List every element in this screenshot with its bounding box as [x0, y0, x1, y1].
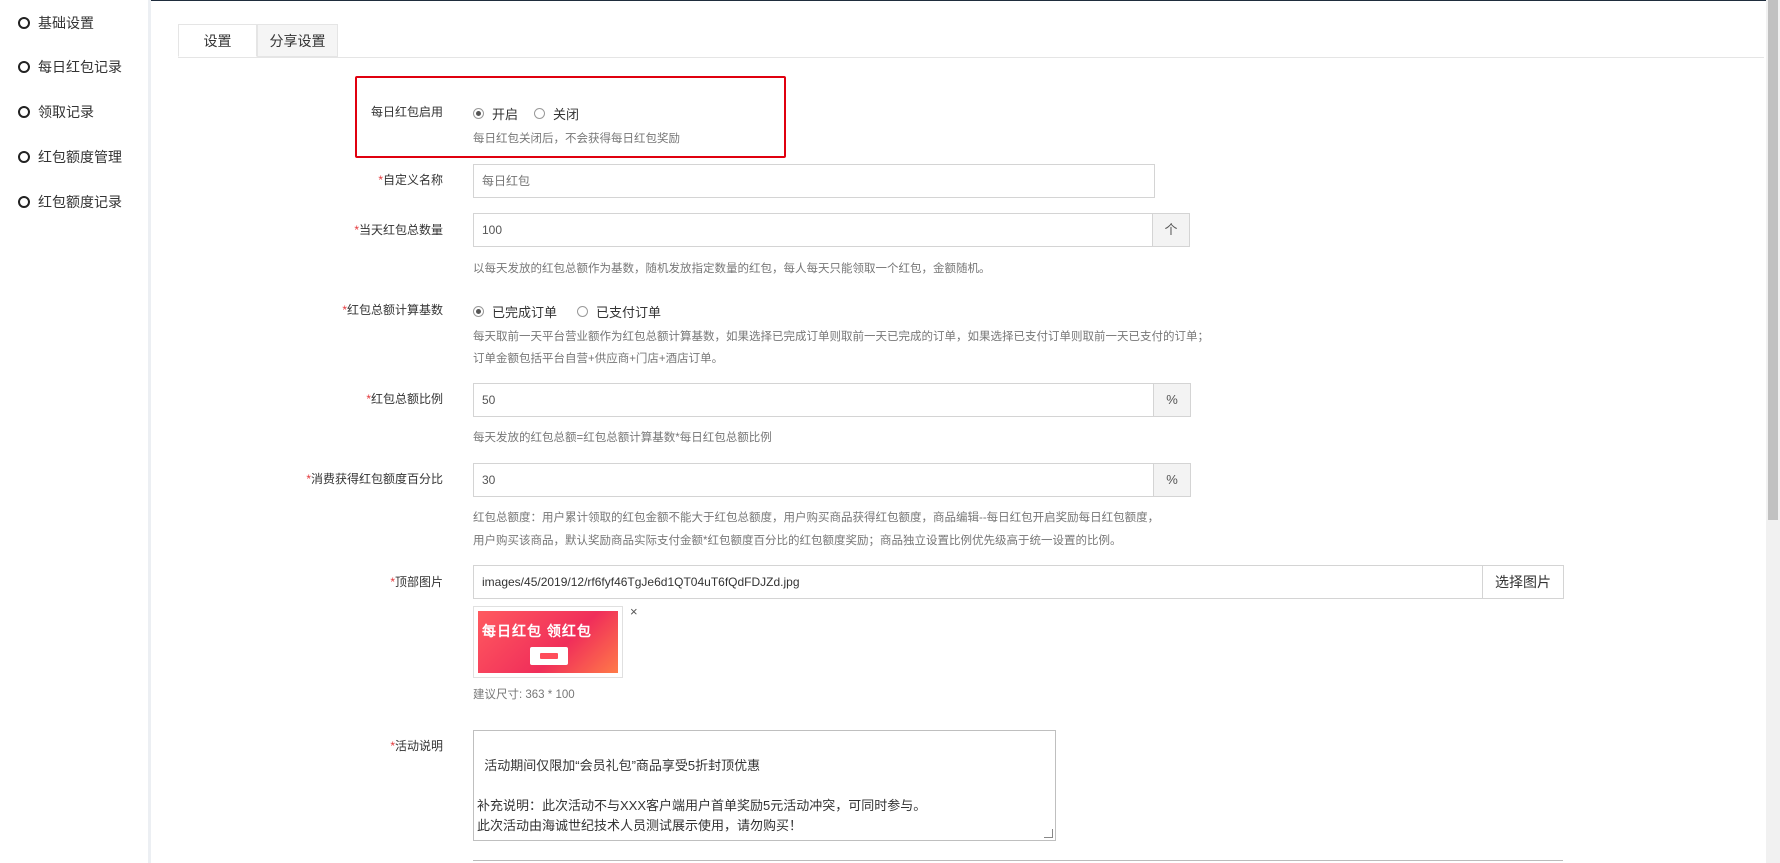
radio-checked-icon	[473, 306, 484, 317]
total-ratio-hint: 每天发放的红包总额=红包总额计算基数*每日红包总额比例	[473, 432, 772, 444]
consume-ratio-hint-1: 红包总额度：用户累计领取的红包金额不能大于红包总额度，用户购买商品获得红包额度，…	[473, 512, 1160, 524]
sidebar-item-label: 红包额度管理	[38, 149, 122, 165]
calc-base-completed-radio[interactable]: 已完成订单	[473, 302, 557, 321]
total-ratio-input[interactable]	[473, 383, 1154, 417]
sidebar-item-quota-records[interactable]: 红包额度记录	[18, 191, 122, 213]
next-field-edge	[473, 860, 1563, 861]
sidebar: 基础设置 每日红包记录 领取记录 红包额度管理 红包额度记录	[0, 0, 148, 863]
top-border	[0, 0, 1780, 1]
calc-base-hint-2: 订单金额包括平台自营+供应商+门店+酒店订单。	[473, 353, 724, 365]
remove-image-icon[interactable]: ×	[630, 604, 638, 619]
consume-ratio-hint-2: 用户购买该商品，默认奖励商品实际支付金额*红包额度百分比的红包额度奖励；商品独立…	[473, 535, 1122, 547]
sidebar-item-daily-records[interactable]: 每日红包记录	[18, 56, 122, 78]
circle-icon	[18, 106, 30, 118]
top-image-path-input[interactable]	[473, 565, 1483, 599]
sidebar-item-claim-records[interactable]: 领取记录	[18, 101, 94, 123]
sidebar-item-label: 每日红包记录	[38, 59, 122, 75]
consume-ratio-input[interactable]	[473, 463, 1154, 497]
image-size-hint: 建议尺寸: 363 * 100	[473, 689, 575, 701]
select-image-button[interactable]: 选择图片	[1482, 565, 1564, 599]
daily-count-label: *当天红包总数量	[354, 223, 443, 237]
sidebar-item-label: 基础设置	[38, 15, 94, 31]
radio-checked-icon	[473, 108, 484, 119]
circle-icon	[18, 17, 30, 29]
banner-card-graphic	[530, 647, 568, 665]
resize-handle-icon[interactable]	[1044, 829, 1053, 838]
daily-count-input[interactable]	[473, 213, 1153, 247]
total-ratio-label: *红包总额比例	[366, 392, 443, 406]
tab-bar: 设置 分享设置	[178, 24, 1764, 58]
enable-hint: 每日红包关闭后，不会获得每日红包奖励	[473, 133, 680, 145]
sidebar-divider	[148, 0, 151, 863]
calc-base-hint-1: 每天取前一天平台营业额作为红包总额计算基数，如果选择已完成订单则取前一天已完成的…	[473, 331, 1209, 343]
tab-settings[interactable]: 设置	[178, 24, 257, 57]
radio-unchecked-icon	[534, 108, 545, 119]
scrollbar-thumb[interactable]	[1768, 0, 1778, 520]
tab-share-settings[interactable]: 分享设置	[257, 24, 338, 57]
sidebar-item-label: 领取记录	[38, 104, 94, 120]
calc-base-label: *红包总额计算基数	[342, 303, 443, 317]
calc-base-paid-radio[interactable]: 已支付订单	[577, 302, 661, 321]
enable-off-radio[interactable]: 关闭	[534, 104, 579, 123]
circle-icon	[18, 61, 30, 73]
circle-icon	[18, 151, 30, 163]
top-image-preview: 每日红包 领红包	[473, 606, 623, 678]
description-text: 活动期间仅限加“会员礼包”商品享受5折封顶优惠 补充说明：此次活动不与XXX客户…	[477, 758, 927, 833]
consume-ratio-unit: %	[1153, 463, 1191, 497]
custom-name-label: *自定义名称	[378, 173, 443, 187]
enable-on-radio[interactable]: 开启	[473, 104, 518, 123]
circle-icon	[18, 196, 30, 208]
top-image-label: *顶部图片	[390, 575, 443, 589]
description-label: *活动说明	[390, 739, 443, 753]
radio-unchecked-icon	[577, 306, 588, 317]
daily-count-hint: 以每天发放的红包总额作为基数，随机发放指定数量的红包，每人每天只能领取一个红包，…	[473, 263, 991, 275]
sidebar-item-label: 红包额度记录	[38, 194, 122, 210]
description-textarea[interactable]: 活动期间仅限加“会员礼包”商品享受5折封顶优惠 补充说明：此次活动不与XXX客户…	[473, 730, 1056, 841]
total-ratio-unit: %	[1153, 383, 1191, 417]
enable-label: 每日红包启用	[370, 105, 443, 119]
sidebar-item-basic-settings[interactable]: 基础设置	[18, 12, 94, 34]
daily-count-unit: 个	[1152, 213, 1190, 247]
custom-name-input[interactable]	[473, 164, 1155, 198]
sidebar-item-quota-management[interactable]: 红包额度管理	[18, 146, 122, 168]
red-packet-banner-image: 每日红包 领红包	[478, 611, 618, 673]
consume-ratio-label: *消费获得红包额度百分比	[306, 472, 443, 486]
banner-title: 每日红包 领红包	[482, 623, 592, 639]
